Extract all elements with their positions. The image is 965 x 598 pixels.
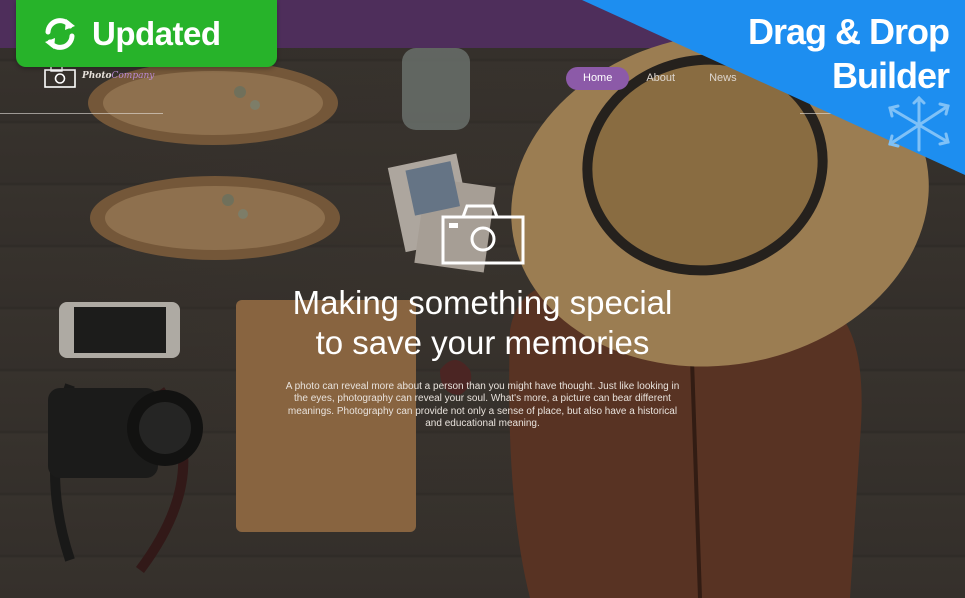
hero-title-line1: Making something special <box>292 284 673 321</box>
builder-label: Drag & Drop Builder <box>747 10 950 98</box>
updated-label: Updated <box>92 14 221 52</box>
nav-item-home[interactable]: Home <box>566 67 630 90</box>
site-logo[interactable]: PhotoCompany <box>44 64 154 88</box>
refresh-icon <box>45 17 75 50</box>
move-arrows-icon <box>888 95 950 152</box>
header-divider-left <box>0 113 163 114</box>
logo-wordmark: PhotoCompany <box>82 71 154 81</box>
nav-item-news[interactable]: News <box>692 67 754 90</box>
updated-badge: Updated <box>16 0 277 67</box>
builder-label-line2: Builder <box>831 55 950 96</box>
builder-label-line1: Drag & Drop <box>747 11 950 52</box>
camera-icon <box>44 65 76 88</box>
logo-text-part1: Photo <box>82 71 112 81</box>
camera-icon <box>441 204 525 265</box>
nav-item-about[interactable]: About <box>629 67 692 90</box>
hero-title: Making something special to save your me… <box>200 283 765 363</box>
logo-text-part2: Company <box>111 71 155 81</box>
hero-description: A photo can reveal more about a person t… <box>285 381 680 430</box>
hero-title-line2: to save your memories <box>315 324 650 361</box>
